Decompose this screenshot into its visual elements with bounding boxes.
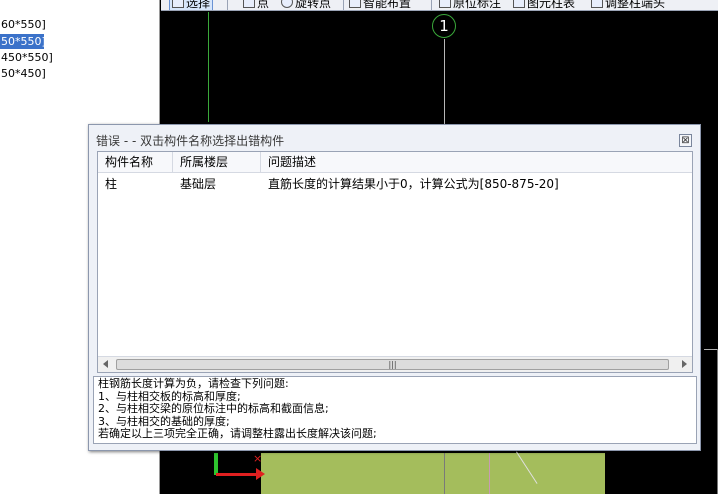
error-dialog: 错误 - - 双击构件名称选择出错构件 ⊠ 构件名称 所属楼层 问题描述 柱 基… <box>88 124 701 451</box>
rotate-icon <box>281 0 293 8</box>
tree-item[interactable]: 50*450] <box>0 66 46 81</box>
tree-item-selected[interactable]: 50*550] <box>0 34 46 49</box>
smart-layout-icon <box>349 0 361 8</box>
smart-layout-button[interactable]: 智能布置 <box>349 0 412 10</box>
point-label: 点 <box>257 0 270 10</box>
grid-axis-line <box>444 39 445 124</box>
tree-item[interactable]: 450*550] <box>0 50 53 65</box>
smart-layout-label: 智能布置 <box>363 0 412 10</box>
point-button[interactable]: 点 <box>243 0 270 10</box>
x-axis-indicator <box>216 473 261 476</box>
adjust-column-end-label: 调整柱端头 <box>605 0 666 10</box>
select-button[interactable]: 选择 <box>169 0 214 10</box>
grid-axis-line <box>208 12 209 122</box>
y-axis-indicator <box>214 453 218 475</box>
origin-cross-icon: × <box>253 452 263 465</box>
origin-mark-label: 原位标注 <box>453 0 502 10</box>
rotate-point-label: 旋转点 <box>295 0 332 10</box>
message-area: 柱钢筋长度计算为负，请检查下列问题: 1、与柱相交板的标高和厚度; 2、与柱相交… <box>93 376 697 444</box>
adjust-icon <box>591 0 603 8</box>
message-line: 柱钢筋长度计算为负，请检查下列问题: <box>98 377 289 390</box>
column-element[interactable] <box>261 453 605 494</box>
cell-desc: 直筋长度的计算结果小于0，计算公式为[850-875-20] <box>268 177 559 191</box>
figure-column-table-button[interactable]: 图元柱表 <box>513 0 576 10</box>
horizontal-scrollbar[interactable]: ||| <box>98 356 692 372</box>
tree-item[interactable]: 60*550] <box>0 17 46 32</box>
table-row[interactable]: 柱 基础层 直筋长度的计算结果小于0，计算公式为[850-875-20] <box>98 175 692 193</box>
axis-number-marker: 1 <box>432 14 456 38</box>
toolbar-separator <box>343 0 344 10</box>
adjust-column-end-button[interactable]: 调整柱端头 <box>591 0 666 10</box>
toolbar-separator <box>431 0 432 10</box>
cell-floor: 基础层 <box>180 177 217 191</box>
element-edge-line <box>489 453 490 494</box>
error-list[interactable]: 构件名称 所属楼层 问题描述 柱 基础层 直筋长度的计算结果小于0，计算公式为[… <box>97 151 693 373</box>
scroll-thumb[interactable]: ||| <box>116 359 669 370</box>
origin-mark-button[interactable]: 原位标注 <box>439 0 502 10</box>
scroll-right-icon[interactable] <box>682 360 687 368</box>
list-header: 构件名称 所属楼层 问题描述 <box>98 152 692 173</box>
scroll-left-icon[interactable] <box>103 360 108 368</box>
close-button[interactable]: ⊠ <box>679 134 692 147</box>
message-line: 若确定以上三项完全正确，请调整柱露出长度解决该问题; <box>98 427 377 440</box>
select-label: 选择 <box>186 0 211 10</box>
canvas-edge-line <box>704 349 718 350</box>
column-header-name[interactable]: 构件名称 <box>98 152 173 173</box>
column-header-floor[interactable]: 所属楼层 <box>173 152 261 173</box>
cell-name[interactable]: 柱 <box>98 175 173 193</box>
toolbar-separator <box>227 0 228 10</box>
origin-mark-icon <box>439 0 451 8</box>
dialog-title: 错误 - - 双击构件名称选择出错构件 <box>96 134 285 148</box>
message-line: 2、与柱相交梁的原位标注中的标高和截面信息; <box>98 402 329 415</box>
drawing-toolbar: 选择 点 旋转点 智能布置 原位标注 图元柱表 调整柱端头 <box>161 0 718 11</box>
pointer-icon <box>172 0 184 8</box>
grid-axis-line <box>444 453 445 494</box>
x-axis-arrow-icon <box>256 468 265 480</box>
column-header-desc[interactable]: 问题描述 <box>261 152 693 173</box>
point-icon <box>243 0 255 8</box>
figure-column-label: 图元柱表 <box>527 0 576 10</box>
table-icon <box>513 0 525 8</box>
rotate-point-button[interactable]: 旋转点 <box>281 0 332 10</box>
